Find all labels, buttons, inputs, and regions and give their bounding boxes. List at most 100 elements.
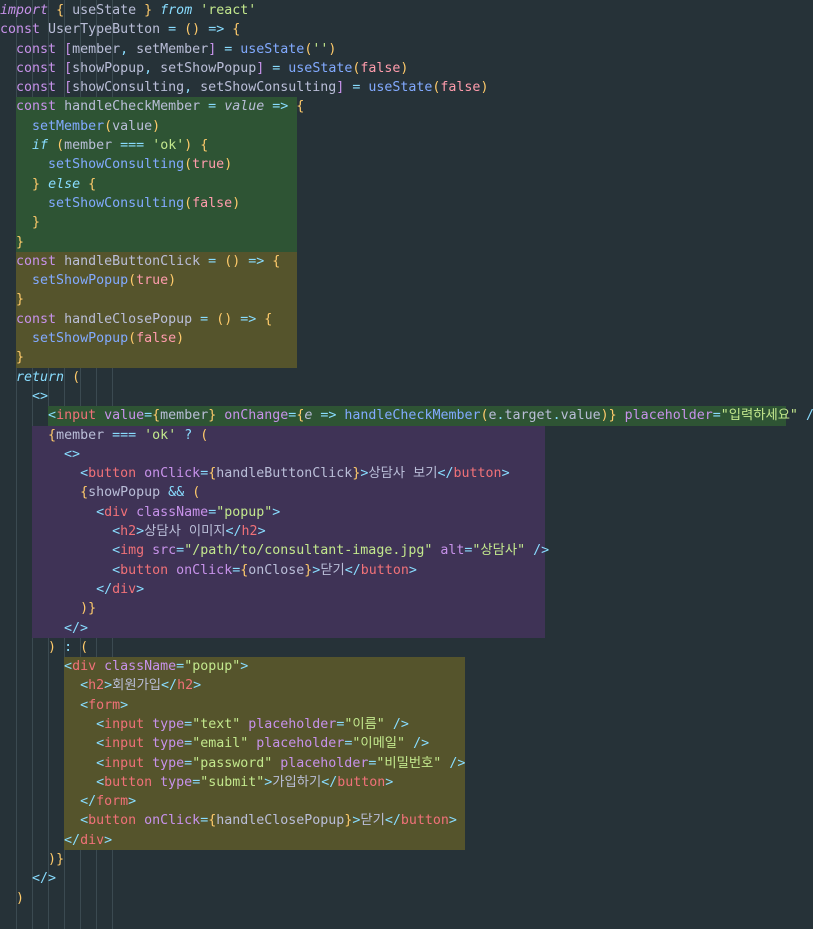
code-editor[interactable]: import { useState } from 'react' const Us… [0,0,813,929]
code-line[interactable]: </div> [0,830,813,851]
code-line[interactable]: } [0,213,813,233]
code-token: 상담사 보기 [368,466,438,482]
code-line[interactable]: ) [0,889,813,908]
code-token: < [112,524,121,540]
code-line[interactable]: ) : ( [0,638,813,657]
code-line[interactable]: const handleClosePopup = () => { [0,309,813,330]
code-line[interactable]: <input type="email" placeholder="이메일" /> [0,734,813,754]
code-line-content: <img src="/path/to/consultant-image.jpg"… [0,541,549,560]
line-highlight [32,618,546,638]
code-line[interactable]: <> [0,387,813,406]
code-line[interactable]: const [member, setMember] = useState('') [0,40,813,59]
code-line[interactable]: </> [0,618,813,638]
code-token: > [501,466,510,482]
code-line[interactable]: return ( [0,368,813,387]
code-line[interactable]: </form> [0,792,813,812]
code-token: } [16,234,25,250]
code-line[interactable]: } [0,290,813,310]
code-line[interactable]: <h2>회원가입</h2> [0,676,813,696]
code-line[interactable]: setShowPopup(true) [0,271,813,291]
code-line[interactable]: </div> [0,579,813,600]
code-line[interactable]: const [showPopup, setShowPopup] = useSta… [0,59,813,78]
code-line[interactable]: setShowPopup(false) [0,329,813,349]
code-line[interactable]: <div className="popup"> [0,657,813,677]
code-line[interactable]: )} [0,599,813,619]
line-highlight [16,290,297,310]
code-line[interactable]: )} [0,850,813,869]
code-line[interactable]: {showPopup && ( [0,483,813,503]
code-line[interactable]: <form> [0,695,813,715]
code-token: > [104,832,113,848]
code-line[interactable]: <button type="submit">가입하기</button> [0,772,813,793]
code-line[interactable]: const UserTypeButton = () => { [0,20,813,39]
code-line[interactable]: </> [0,869,813,888]
code-line[interactable]: <img src="/path/to/consultant-image.jpg"… [0,541,813,561]
code-line[interactable]: } [0,348,813,368]
code-line[interactable]: <button onClick={onClose}>닫기</button> [0,560,813,580]
code-line[interactable]: } [0,232,813,252]
code-token: "상담사" [472,543,526,559]
code-line[interactable]: if (member === 'ok') { [0,136,813,156]
code-line[interactable]: const handleButtonClick = () => { [0,251,813,272]
code-line[interactable]: const [showConsulting, setShowConsulting… [0,78,813,97]
code-token: </> [64,620,89,636]
code-line[interactable]: } else { [0,174,813,194]
code-line-content: </div> [0,831,112,850]
code-line-content: const handleButtonClick = () => { [0,252,280,271]
code-token: = [184,736,193,752]
code-token: value [224,99,265,115]
code-line[interactable]: <input type="password" placeholder="비밀번호… [0,753,813,773]
code-token: showConsulting [72,80,185,96]
code-token: return [16,369,65,385]
code-token: 회원가입 [112,678,162,694]
code-line[interactable]: const handleCheckMember = value => { [0,97,813,117]
code-token: false [440,80,481,96]
code-line[interactable]: <button onClick={handleButtonClick}>상담사 … [0,464,813,484]
code-token: setShowPopup [152,60,257,76]
code-token: } [16,350,25,366]
code-line[interactable]: setShowConsulting(false) [0,193,813,214]
code-line[interactable]: <> [0,444,813,465]
code-token: setShowConsulting [192,80,337,96]
code-line[interactable]: setShowConsulting(true) [0,155,813,175]
code-line[interactable]: <div className="popup"> [0,502,813,523]
code-line[interactable]: <button onClick={handleClosePopup}>닫기</b… [0,811,813,831]
code-line[interactable]: <input value={member} onChange={e => han… [0,406,813,426]
code-token: <> [64,446,81,462]
code-token: = [184,755,193,771]
code-token: < [64,659,73,675]
code-token: > [240,659,249,675]
code-lines-container[interactable]: import { useState } from 'react' const Us… [0,0,813,908]
code-token: form [96,794,129,810]
code-token: = [200,813,209,829]
code-line[interactable]: import { useState } from 'react' [0,1,813,20]
code-token: type [152,755,185,771]
code-token: > [136,524,145,540]
code-line[interactable]: setMember(value) [0,116,813,137]
code-token: true [136,273,169,289]
code-line[interactable]: <input type="text" placeholder="이름" /> [0,714,813,735]
code-token: ) [80,601,89,617]
code-line[interactable]: {member === 'ok' ? ( [0,425,813,445]
code-token: ) [48,852,57,868]
code-token: handleButtonClick [216,466,353,482]
code-token: img [120,543,145,559]
code-token: ( [80,639,89,655]
code-line-content: </div> [0,580,144,599]
code-line[interactable]: <h2>상담사 이미지</h2> [0,522,813,542]
code-token: h2 [177,678,194,694]
